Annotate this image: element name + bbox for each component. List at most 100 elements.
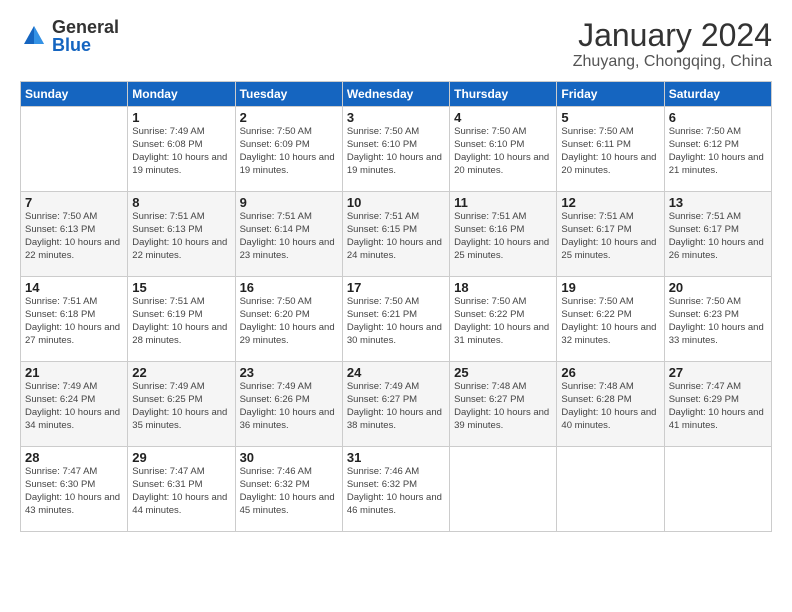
day-number: 13 <box>669 195 767 210</box>
day-info: Sunrise: 7:46 AM Sunset: 6:32 PM Dayligh… <box>347 466 445 517</box>
table-row: 22Sunrise: 7:49 AM Sunset: 6:25 PM Dayli… <box>128 362 235 447</box>
week-row-2: 7Sunrise: 7:50 AM Sunset: 6:13 PM Daylig… <box>21 192 772 277</box>
day-number: 22 <box>132 365 230 380</box>
day-number: 28 <box>25 450 123 465</box>
table-row: 29Sunrise: 7:47 AM Sunset: 6:31 PM Dayli… <box>128 447 235 532</box>
day-number: 5 <box>561 110 659 125</box>
day-number: 3 <box>347 110 445 125</box>
table-row <box>21 107 128 192</box>
table-row: 8Sunrise: 7:51 AM Sunset: 6:13 PM Daylig… <box>128 192 235 277</box>
table-row: 10Sunrise: 7:51 AM Sunset: 6:15 PM Dayli… <box>342 192 449 277</box>
logo-blue: Blue <box>52 36 119 54</box>
page: General Blue January 2024 Zhuyang, Chong… <box>0 0 792 612</box>
table-row: 11Sunrise: 7:51 AM Sunset: 6:16 PM Dayli… <box>450 192 557 277</box>
day-info: Sunrise: 7:46 AM Sunset: 6:32 PM Dayligh… <box>240 466 338 517</box>
logo-text: General Blue <box>52 18 119 54</box>
day-info: Sunrise: 7:50 AM Sunset: 6:11 PM Dayligh… <box>561 126 659 177</box>
day-number: 15 <box>132 280 230 295</box>
day-info: Sunrise: 7:51 AM Sunset: 6:19 PM Dayligh… <box>132 296 230 347</box>
table-row: 26Sunrise: 7:48 AM Sunset: 6:28 PM Dayli… <box>557 362 664 447</box>
day-number: 1 <box>132 110 230 125</box>
col-wednesday: Wednesday <box>342 82 449 107</box>
table-row: 30Sunrise: 7:46 AM Sunset: 6:32 PM Dayli… <box>235 447 342 532</box>
day-number: 17 <box>347 280 445 295</box>
day-number: 12 <box>561 195 659 210</box>
day-number: 24 <box>347 365 445 380</box>
table-row: 3Sunrise: 7:50 AM Sunset: 6:10 PM Daylig… <box>342 107 449 192</box>
day-info: Sunrise: 7:47 AM Sunset: 6:31 PM Dayligh… <box>132 466 230 517</box>
col-sunday: Sunday <box>21 82 128 107</box>
logo: General Blue <box>20 18 119 54</box>
day-number: 11 <box>454 195 552 210</box>
day-number: 27 <box>669 365 767 380</box>
location-subtitle: Zhuyang, Chongqing, China <box>573 53 772 71</box>
day-number: 10 <box>347 195 445 210</box>
table-row: 1Sunrise: 7:49 AM Sunset: 6:08 PM Daylig… <box>128 107 235 192</box>
table-row: 9Sunrise: 7:51 AM Sunset: 6:14 PM Daylig… <box>235 192 342 277</box>
table-row: 23Sunrise: 7:49 AM Sunset: 6:26 PM Dayli… <box>235 362 342 447</box>
table-row: 25Sunrise: 7:48 AM Sunset: 6:27 PM Dayli… <box>450 362 557 447</box>
day-info: Sunrise: 7:47 AM Sunset: 6:30 PM Dayligh… <box>25 466 123 517</box>
col-tuesday: Tuesday <box>235 82 342 107</box>
table-row: 24Sunrise: 7:49 AM Sunset: 6:27 PM Dayli… <box>342 362 449 447</box>
logo-icon <box>20 22 48 50</box>
header: General Blue January 2024 Zhuyang, Chong… <box>20 18 772 71</box>
day-info: Sunrise: 7:50 AM Sunset: 6:22 PM Dayligh… <box>561 296 659 347</box>
week-row-4: 21Sunrise: 7:49 AM Sunset: 6:24 PM Dayli… <box>21 362 772 447</box>
day-info: Sunrise: 7:50 AM Sunset: 6:20 PM Dayligh… <box>240 296 338 347</box>
table-row: 4Sunrise: 7:50 AM Sunset: 6:10 PM Daylig… <box>450 107 557 192</box>
day-info: Sunrise: 7:49 AM Sunset: 6:27 PM Dayligh… <box>347 381 445 432</box>
day-number: 25 <box>454 365 552 380</box>
header-row: Sunday Monday Tuesday Wednesday Thursday… <box>21 82 772 107</box>
day-number: 4 <box>454 110 552 125</box>
table-row: 21Sunrise: 7:49 AM Sunset: 6:24 PM Dayli… <box>21 362 128 447</box>
col-monday: Monday <box>128 82 235 107</box>
table-row: 6Sunrise: 7:50 AM Sunset: 6:12 PM Daylig… <box>664 107 771 192</box>
week-row-3: 14Sunrise: 7:51 AM Sunset: 6:18 PM Dayli… <box>21 277 772 362</box>
day-info: Sunrise: 7:51 AM Sunset: 6:13 PM Dayligh… <box>132 211 230 262</box>
table-row: 13Sunrise: 7:51 AM Sunset: 6:17 PM Dayli… <box>664 192 771 277</box>
day-info: Sunrise: 7:51 AM Sunset: 6:17 PM Dayligh… <box>561 211 659 262</box>
day-info: Sunrise: 7:50 AM Sunset: 6:22 PM Dayligh… <box>454 296 552 347</box>
day-info: Sunrise: 7:51 AM Sunset: 6:17 PM Dayligh… <box>669 211 767 262</box>
day-info: Sunrise: 7:50 AM Sunset: 6:09 PM Dayligh… <box>240 126 338 177</box>
day-info: Sunrise: 7:50 AM Sunset: 6:23 PM Dayligh… <box>669 296 767 347</box>
title-block: January 2024 Zhuyang, Chongqing, China <box>573 18 772 71</box>
day-info: Sunrise: 7:51 AM Sunset: 6:15 PM Dayligh… <box>347 211 445 262</box>
day-info: Sunrise: 7:51 AM Sunset: 6:16 PM Dayligh… <box>454 211 552 262</box>
day-number: 23 <box>240 365 338 380</box>
day-info: Sunrise: 7:48 AM Sunset: 6:27 PM Dayligh… <box>454 381 552 432</box>
day-number: 19 <box>561 280 659 295</box>
day-info: Sunrise: 7:49 AM Sunset: 6:24 PM Dayligh… <box>25 381 123 432</box>
day-info: Sunrise: 7:49 AM Sunset: 6:26 PM Dayligh… <box>240 381 338 432</box>
day-number: 2 <box>240 110 338 125</box>
table-row: 12Sunrise: 7:51 AM Sunset: 6:17 PM Dayli… <box>557 192 664 277</box>
day-number: 18 <box>454 280 552 295</box>
day-number: 20 <box>669 280 767 295</box>
day-info: Sunrise: 7:50 AM Sunset: 6:12 PM Dayligh… <box>669 126 767 177</box>
table-row: 20Sunrise: 7:50 AM Sunset: 6:23 PM Dayli… <box>664 277 771 362</box>
table-row: 17Sunrise: 7:50 AM Sunset: 6:21 PM Dayli… <box>342 277 449 362</box>
logo-general: General <box>52 18 119 36</box>
day-number: 16 <box>240 280 338 295</box>
day-info: Sunrise: 7:51 AM Sunset: 6:14 PM Dayligh… <box>240 211 338 262</box>
table-row <box>450 447 557 532</box>
col-friday: Friday <box>557 82 664 107</box>
col-thursday: Thursday <box>450 82 557 107</box>
day-info: Sunrise: 7:47 AM Sunset: 6:29 PM Dayligh… <box>669 381 767 432</box>
day-number: 14 <box>25 280 123 295</box>
table-row: 15Sunrise: 7:51 AM Sunset: 6:19 PM Dayli… <box>128 277 235 362</box>
day-info: Sunrise: 7:50 AM Sunset: 6:21 PM Dayligh… <box>347 296 445 347</box>
table-row: 5Sunrise: 7:50 AM Sunset: 6:11 PM Daylig… <box>557 107 664 192</box>
table-row: 31Sunrise: 7:46 AM Sunset: 6:32 PM Dayli… <box>342 447 449 532</box>
day-info: Sunrise: 7:50 AM Sunset: 6:10 PM Dayligh… <box>347 126 445 177</box>
week-row-1: 1Sunrise: 7:49 AM Sunset: 6:08 PM Daylig… <box>21 107 772 192</box>
month-title: January 2024 <box>573 18 772 53</box>
day-info: Sunrise: 7:50 AM Sunset: 6:13 PM Dayligh… <box>25 211 123 262</box>
week-row-5: 28Sunrise: 7:47 AM Sunset: 6:30 PM Dayli… <box>21 447 772 532</box>
table-row: 27Sunrise: 7:47 AM Sunset: 6:29 PM Dayli… <box>664 362 771 447</box>
day-number: 6 <box>669 110 767 125</box>
day-number: 29 <box>132 450 230 465</box>
table-row: 14Sunrise: 7:51 AM Sunset: 6:18 PM Dayli… <box>21 277 128 362</box>
day-number: 26 <box>561 365 659 380</box>
